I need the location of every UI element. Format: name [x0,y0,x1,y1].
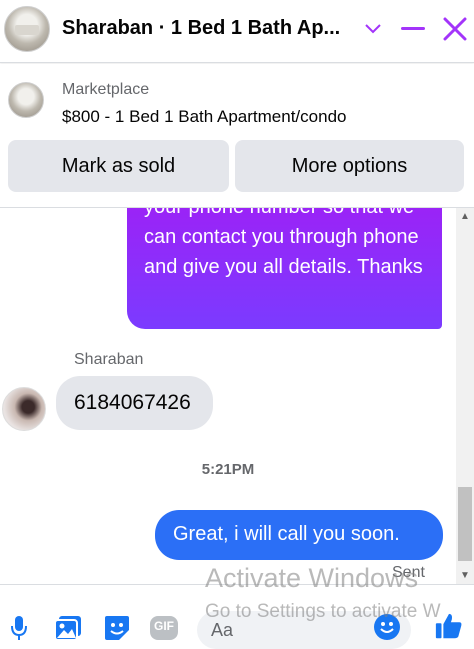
marketplace-label: Marketplace [62,81,150,98]
listing-thumbnail[interactable] [8,82,44,118]
more-options-button[interactable]: More options [235,140,464,192]
scrollbar-thumb[interactable] [458,487,472,561]
scroll-down-arrow-icon[interactable]: ▼ [456,567,474,584]
marketplace-panel: Marketplace $800 - 1 Bed 1 Bath Apartmen… [0,64,474,204]
thread-title[interactable]: Sharaban · 1 Bed 1 Bath Ap... [62,17,352,40]
outgoing-message[interactable]: your phone number so that we can contact… [127,208,442,329]
listing-avatar[interactable] [4,6,50,52]
listing-title[interactable]: $800 - 1 Bed 1 Bath Apartment/condo [62,107,346,127]
message-list: your phone number so that we can contact… [0,208,456,584]
gif-label: GIF [154,619,174,633]
microphone-icon[interactable] [4,613,34,643]
scroll-up-arrow-icon[interactable]: ▲ [456,208,474,225]
mark-as-sold-button[interactable]: Mark as sold [8,140,229,192]
close-icon[interactable] [440,14,470,44]
chat-scrollbar[interactable]: ▲ ▼ [456,208,474,584]
sender-avatar[interactable] [2,387,46,431]
minimize-icon[interactable] [398,14,428,44]
message-timestamp: 5:21PM [201,461,255,478]
image-icon[interactable] [53,613,83,643]
chevron-down-icon[interactable] [358,14,388,44]
message-composer: GIF Aa [0,584,474,649]
chat-header: Sharaban · 1 Bed 1 Bath Ap... [0,0,474,63]
sender-name: Sharaban [74,351,144,368]
emoji-icon[interactable] [373,613,401,641]
outgoing-message[interactable]: Great, i will call you soon. [155,510,443,560]
sent-status: Sent [392,564,425,581]
sticker-icon[interactable] [102,613,132,643]
incoming-message[interactable]: 6184067426 [56,376,213,430]
gif-icon[interactable]: GIF [149,613,179,643]
thumbs-up-icon[interactable] [434,611,464,641]
